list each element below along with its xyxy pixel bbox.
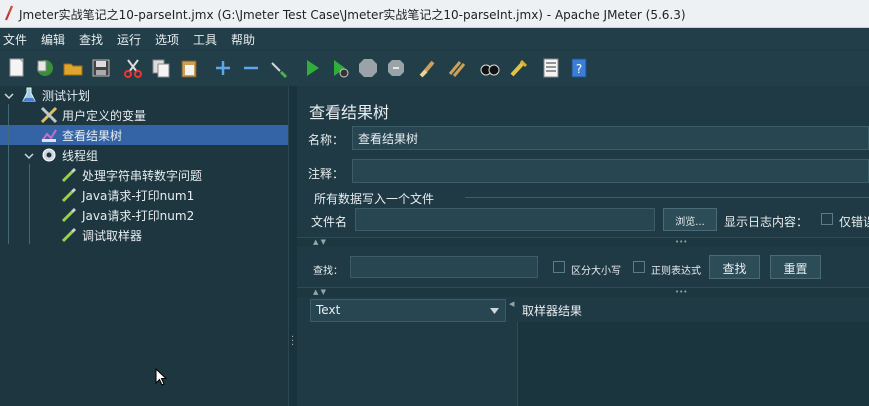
find-button[interactable]: 查找	[709, 255, 760, 279]
log-content-label: 显示日志内容：	[724, 215, 809, 229]
start-icon[interactable]	[301, 57, 323, 79]
open-icon[interactable]	[62, 57, 84, 79]
tools-icon	[40, 106, 58, 124]
drag-handle-icon: •••	[675, 238, 688, 246]
window-title-bar: Jmeter实战笔记之10-parseInt.jmx (G:\Jmeter Te…	[0, 0, 869, 28]
mouse-cursor-icon	[155, 368, 167, 386]
case-sensitive-label: 区分大小写	[571, 266, 621, 277]
case-sensitive-checkbox[interactable]	[553, 261, 565, 273]
comment-field[interactable]	[352, 159, 869, 183]
clear-icon[interactable]	[418, 57, 440, 79]
window-title: Jmeter实战笔记之10-parseInt.jmx (G:\Jmeter Te…	[19, 8, 686, 22]
paste-icon[interactable]	[178, 57, 200, 79]
renderer-select[interactable]: Text	[310, 299, 506, 322]
file-section-title: 所有数据写入一个文件	[314, 192, 435, 206]
pipette-icon	[61, 167, 77, 183]
chevron-down-icon[interactable]	[4, 91, 14, 101]
browse-button[interactable]: 浏览...	[663, 208, 717, 231]
clear-all-icon[interactable]	[446, 57, 468, 79]
menu-search[interactable]: 查找	[79, 31, 103, 48]
reset-button[interactable]: 重置	[770, 255, 821, 279]
result-content-area	[517, 322, 869, 406]
new-icon[interactable]	[6, 57, 28, 79]
comment-label: 注释：	[308, 167, 345, 181]
menu-options[interactable]: 选项	[155, 31, 179, 48]
regex-checkbox[interactable]	[633, 261, 645, 273]
tree-guide-line	[8, 104, 9, 244]
shutdown-icon[interactable]	[385, 57, 407, 79]
pipette-icon	[61, 227, 77, 243]
help-icon[interactable]: ?	[568, 57, 590, 79]
split-arrows-icon: ▲ ▼	[313, 288, 326, 296]
chevron-down-icon[interactable]	[24, 151, 34, 161]
pipette-icon	[61, 187, 77, 203]
split-arrows-icon: ◀	[509, 300, 515, 308]
filename-label: 文件名	[311, 215, 348, 229]
start-no-pause-icon[interactable]	[329, 57, 351, 79]
svg-text:?: ?	[576, 62, 582, 76]
menu-bar: 文件 编辑 查找 运行 选项 工具 帮助	[0, 28, 869, 50]
drag-handle-icon: •••	[675, 288, 688, 296]
collapse-icon[interactable]	[240, 57, 262, 79]
toggle-icon[interactable]	[268, 57, 290, 79]
split-arrows-icon: ▲ ▼	[313, 238, 326, 246]
function-helper-icon[interactable]	[540, 57, 562, 79]
search-label: 查找：	[313, 266, 343, 277]
result-splitter[interactable]: ◀	[509, 296, 515, 406]
renderer-value: Text	[316, 303, 341, 317]
errors-only-checkbox[interactable]	[821, 213, 833, 225]
section-rule	[465, 197, 869, 198]
filename-field[interactable]	[355, 208, 655, 231]
stop-icon[interactable]	[357, 57, 379, 79]
name-label: 名称：	[308, 133, 345, 147]
expand-icon[interactable]	[212, 57, 234, 79]
horizontal-splitter[interactable]: ▲ ▼ •••	[297, 287, 869, 297]
copy-icon[interactable]	[150, 57, 172, 79]
menu-help[interactable]: 帮助	[231, 31, 255, 48]
chevron-down-icon	[490, 308, 499, 314]
gear-icon	[42, 148, 56, 162]
pipette-icon	[61, 207, 77, 223]
tree-guide-line	[29, 164, 30, 244]
reset-search-icon[interactable]	[507, 57, 529, 79]
save-icon[interactable]	[90, 57, 112, 79]
name-field[interactable]: 查看结果树	[352, 126, 869, 150]
panel-title: 查看结果树	[309, 103, 390, 122]
flask-icon	[22, 87, 36, 102]
drag-handle-icon: · · ·	[291, 332, 295, 351]
menu-edit[interactable]: 编辑	[41, 31, 65, 48]
test-plan-tree: 测试计划 用户定义的变量 查看结果树 线程组 处理字符串转数字问题 Java请求…	[0, 86, 288, 406]
errors-only-label: 仅错误	[839, 215, 869, 229]
search-field[interactable]	[350, 256, 538, 278]
cut-icon[interactable]	[122, 57, 144, 79]
search-icon[interactable]	[479, 57, 501, 79]
menu-tools[interactable]: 工具	[193, 31, 217, 48]
toolbar: ?	[0, 51, 869, 87]
chart-icon	[41, 129, 57, 142]
templates-icon[interactable]	[34, 57, 56, 79]
regex-label: 正则表达式	[651, 266, 701, 277]
jmeter-feather-icon	[4, 5, 14, 21]
view-results-tree-panel: 查看结果树 名称： 查看结果树 注释： 所有数据写入一个文件 文件名 浏览...…	[297, 86, 869, 406]
menu-run[interactable]: 运行	[117, 31, 141, 48]
horizontal-splitter[interactable]: ▲ ▼ •••	[297, 237, 869, 247]
menu-file[interactable]: 文件	[3, 31, 27, 48]
